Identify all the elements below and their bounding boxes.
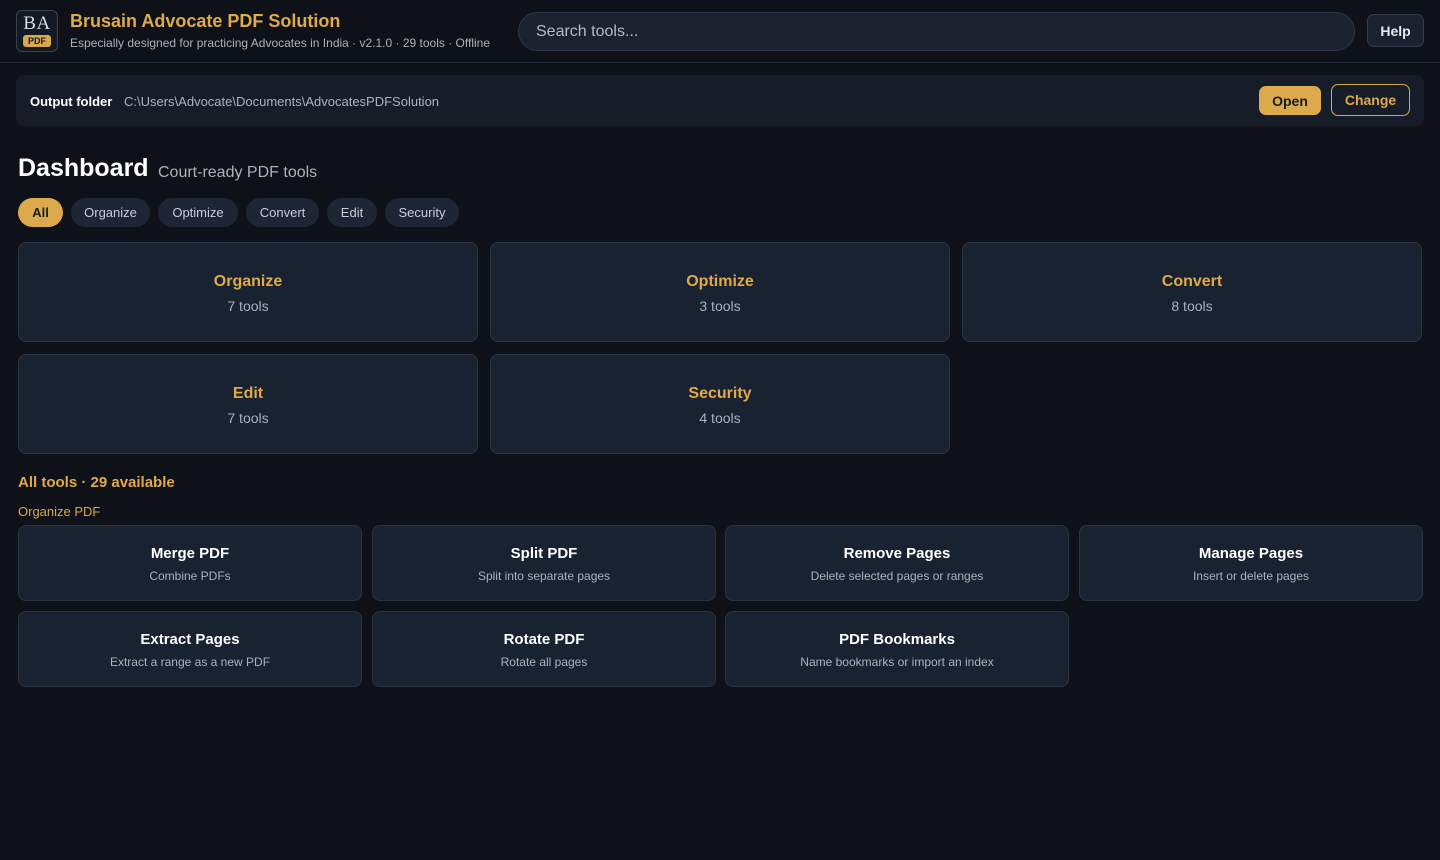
- category-count: 3 tools: [699, 298, 741, 314]
- app-subtitle: Especially designed for practicing Advoc…: [70, 36, 491, 50]
- output-folder-path: C:\Users\Advocate\Documents\AdvocatesPDF…: [124, 94, 440, 109]
- category-count: 8 tools: [1171, 298, 1213, 314]
- filter-chip-organize[interactable]: Organize: [71, 198, 150, 227]
- tool-card-pdf-bookmarks[interactable]: PDF Bookmarks Name bookmarks or import a…: [725, 611, 1069, 687]
- filter-chip-security[interactable]: Security: [385, 198, 459, 227]
- tool-description: Insert or delete pages: [1192, 569, 1310, 583]
- tool-description: Name bookmarks or import an index: [800, 655, 994, 669]
- search-input[interactable]: [536, 22, 1354, 41]
- filter-chip-edit[interactable]: Edit: [327, 198, 377, 227]
- category-count: 4 tools: [699, 410, 741, 426]
- tool-name: PDF Bookmarks: [839, 631, 955, 648]
- category-card-convert[interactable]: Convert 8 tools: [962, 242, 1422, 342]
- tool-description: Split into separate pages: [477, 569, 611, 583]
- tool-description: Extract a range as a new PDF: [109, 655, 271, 669]
- change-folder-button[interactable]: Change: [1331, 84, 1410, 116]
- tool-name: Rotate PDF: [503, 631, 585, 648]
- logo-badge: PDF: [23, 35, 51, 47]
- app-header: BA PDF Brusain Advocate PDF Solution Esp…: [0, 0, 1440, 63]
- tool-name: Split PDF: [510, 545, 578, 562]
- app-title: Brusain Advocate PDF Solution: [70, 11, 341, 31]
- app-logo: BA PDF: [16, 10, 58, 52]
- tool-card-extract-pages[interactable]: Extract Pages Extract a range as a new P…: [18, 611, 362, 687]
- tool-name: Merge PDF: [150, 545, 230, 562]
- filter-chip-all[interactable]: All: [18, 198, 63, 227]
- category-card-security[interactable]: Security 4 tools: [490, 354, 950, 454]
- tool-card-split-pdf[interactable]: Split PDF Split into separate pages: [372, 525, 716, 601]
- logo-text: BA: [23, 13, 51, 34]
- category-name: Security: [688, 385, 752, 402]
- tool-description: Delete selected pages or ranges: [810, 569, 984, 583]
- category-count: 7 tools: [227, 298, 269, 314]
- tool-description: Combine PDFs: [149, 569, 231, 583]
- category-card-optimize[interactable]: Optimize 3 tools: [490, 242, 950, 342]
- page-subtitle: Court-ready PDF tools: [158, 164, 318, 181]
- output-folder-bar: Output folder C:\Users\Advocate\Document…: [16, 75, 1424, 126]
- tool-card-merge-pdf[interactable]: Merge PDF Combine PDFs: [18, 525, 362, 601]
- tool-card-rotate-pdf[interactable]: Rotate PDF Rotate all pages: [372, 611, 716, 687]
- tool-name: Remove Pages: [843, 545, 951, 562]
- category-name: Optimize: [686, 273, 754, 290]
- category-card-edit[interactable]: Edit 7 tools: [18, 354, 478, 454]
- tool-name: Manage Pages: [1198, 545, 1304, 562]
- help-button[interactable]: Help: [1367, 14, 1424, 47]
- tool-description: Rotate all pages: [500, 655, 588, 669]
- tool-card-manage-pages[interactable]: Manage Pages Insert or delete pages: [1079, 525, 1423, 601]
- category-card-organize[interactable]: Organize 7 tools: [18, 242, 478, 342]
- all-tools-heading: All tools · 29 available: [18, 474, 175, 491]
- category-name: Edit: [232, 385, 264, 402]
- category-count: 7 tools: [227, 410, 269, 426]
- open-folder-button[interactable]: Open: [1259, 86, 1321, 115]
- category-name: Organize: [213, 273, 283, 290]
- tool-card-remove-pages[interactable]: Remove Pages Delete selected pages or ra…: [725, 525, 1069, 601]
- output-folder-label: Output folder: [30, 94, 113, 109]
- filter-chip-optimize[interactable]: Optimize: [158, 198, 238, 227]
- filter-chip-convert[interactable]: Convert: [246, 198, 319, 227]
- page-title: Dashboard: [18, 154, 149, 182]
- section-label-organize-pdf: Organize PDF: [18, 504, 101, 519]
- search-box[interactable]: [518, 12, 1355, 51]
- tool-name: Extract Pages: [140, 631, 240, 648]
- category-name: Convert: [1161, 273, 1223, 290]
